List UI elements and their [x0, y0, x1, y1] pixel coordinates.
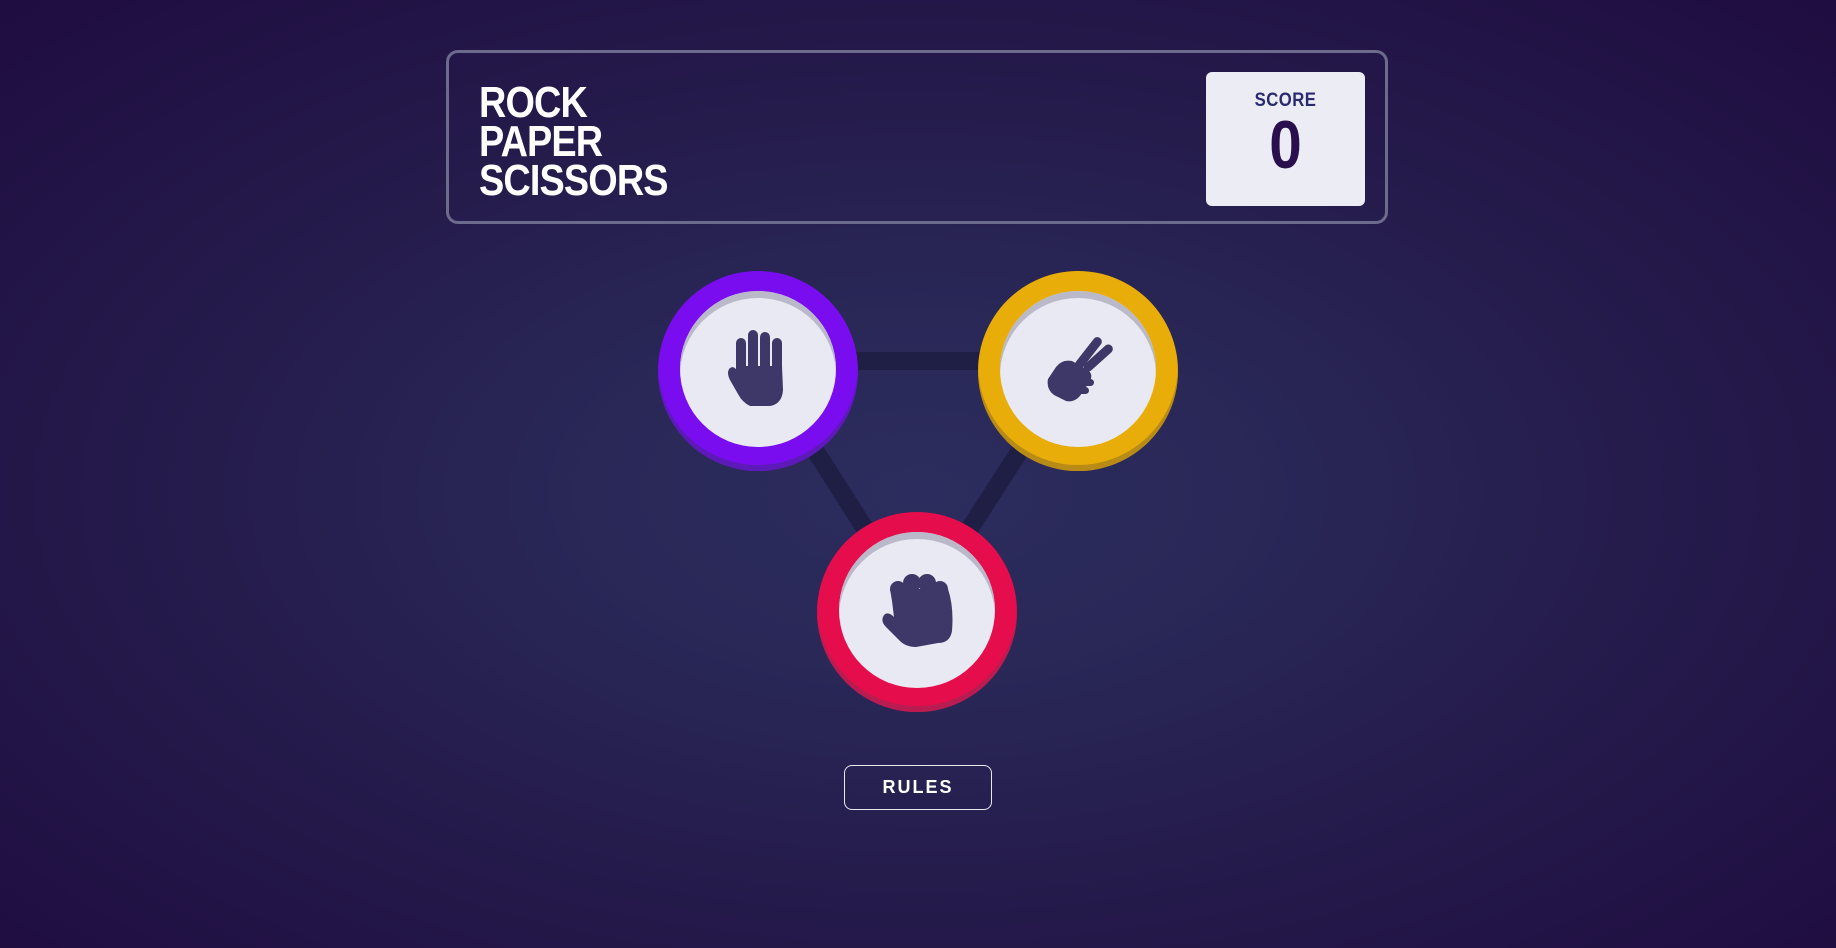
scoreboard-header: ROCK PAPER SCISSORS SCORE 0 [446, 50, 1388, 224]
score-value: 0 [1269, 107, 1302, 183]
paper-token-face [680, 291, 836, 447]
rock-token-face [839, 532, 995, 688]
rules-button[interactable]: RULES [844, 765, 992, 810]
score-box: SCORE 0 [1206, 72, 1365, 206]
paper-choice-button[interactable] [658, 271, 858, 471]
scissors-token-face [1000, 291, 1156, 447]
title-line-scissors: SCISSORS [479, 156, 669, 205]
scissors-hand-icon [1047, 337, 1113, 402]
scissors-choice-button[interactable] [978, 271, 1178, 471]
paper-hand-icon [728, 330, 783, 406]
rock-choice-button[interactable] [817, 512, 1017, 712]
rock-fist-icon [882, 574, 953, 647]
game-title: ROCK PAPER SCISSORS [479, 81, 669, 205]
